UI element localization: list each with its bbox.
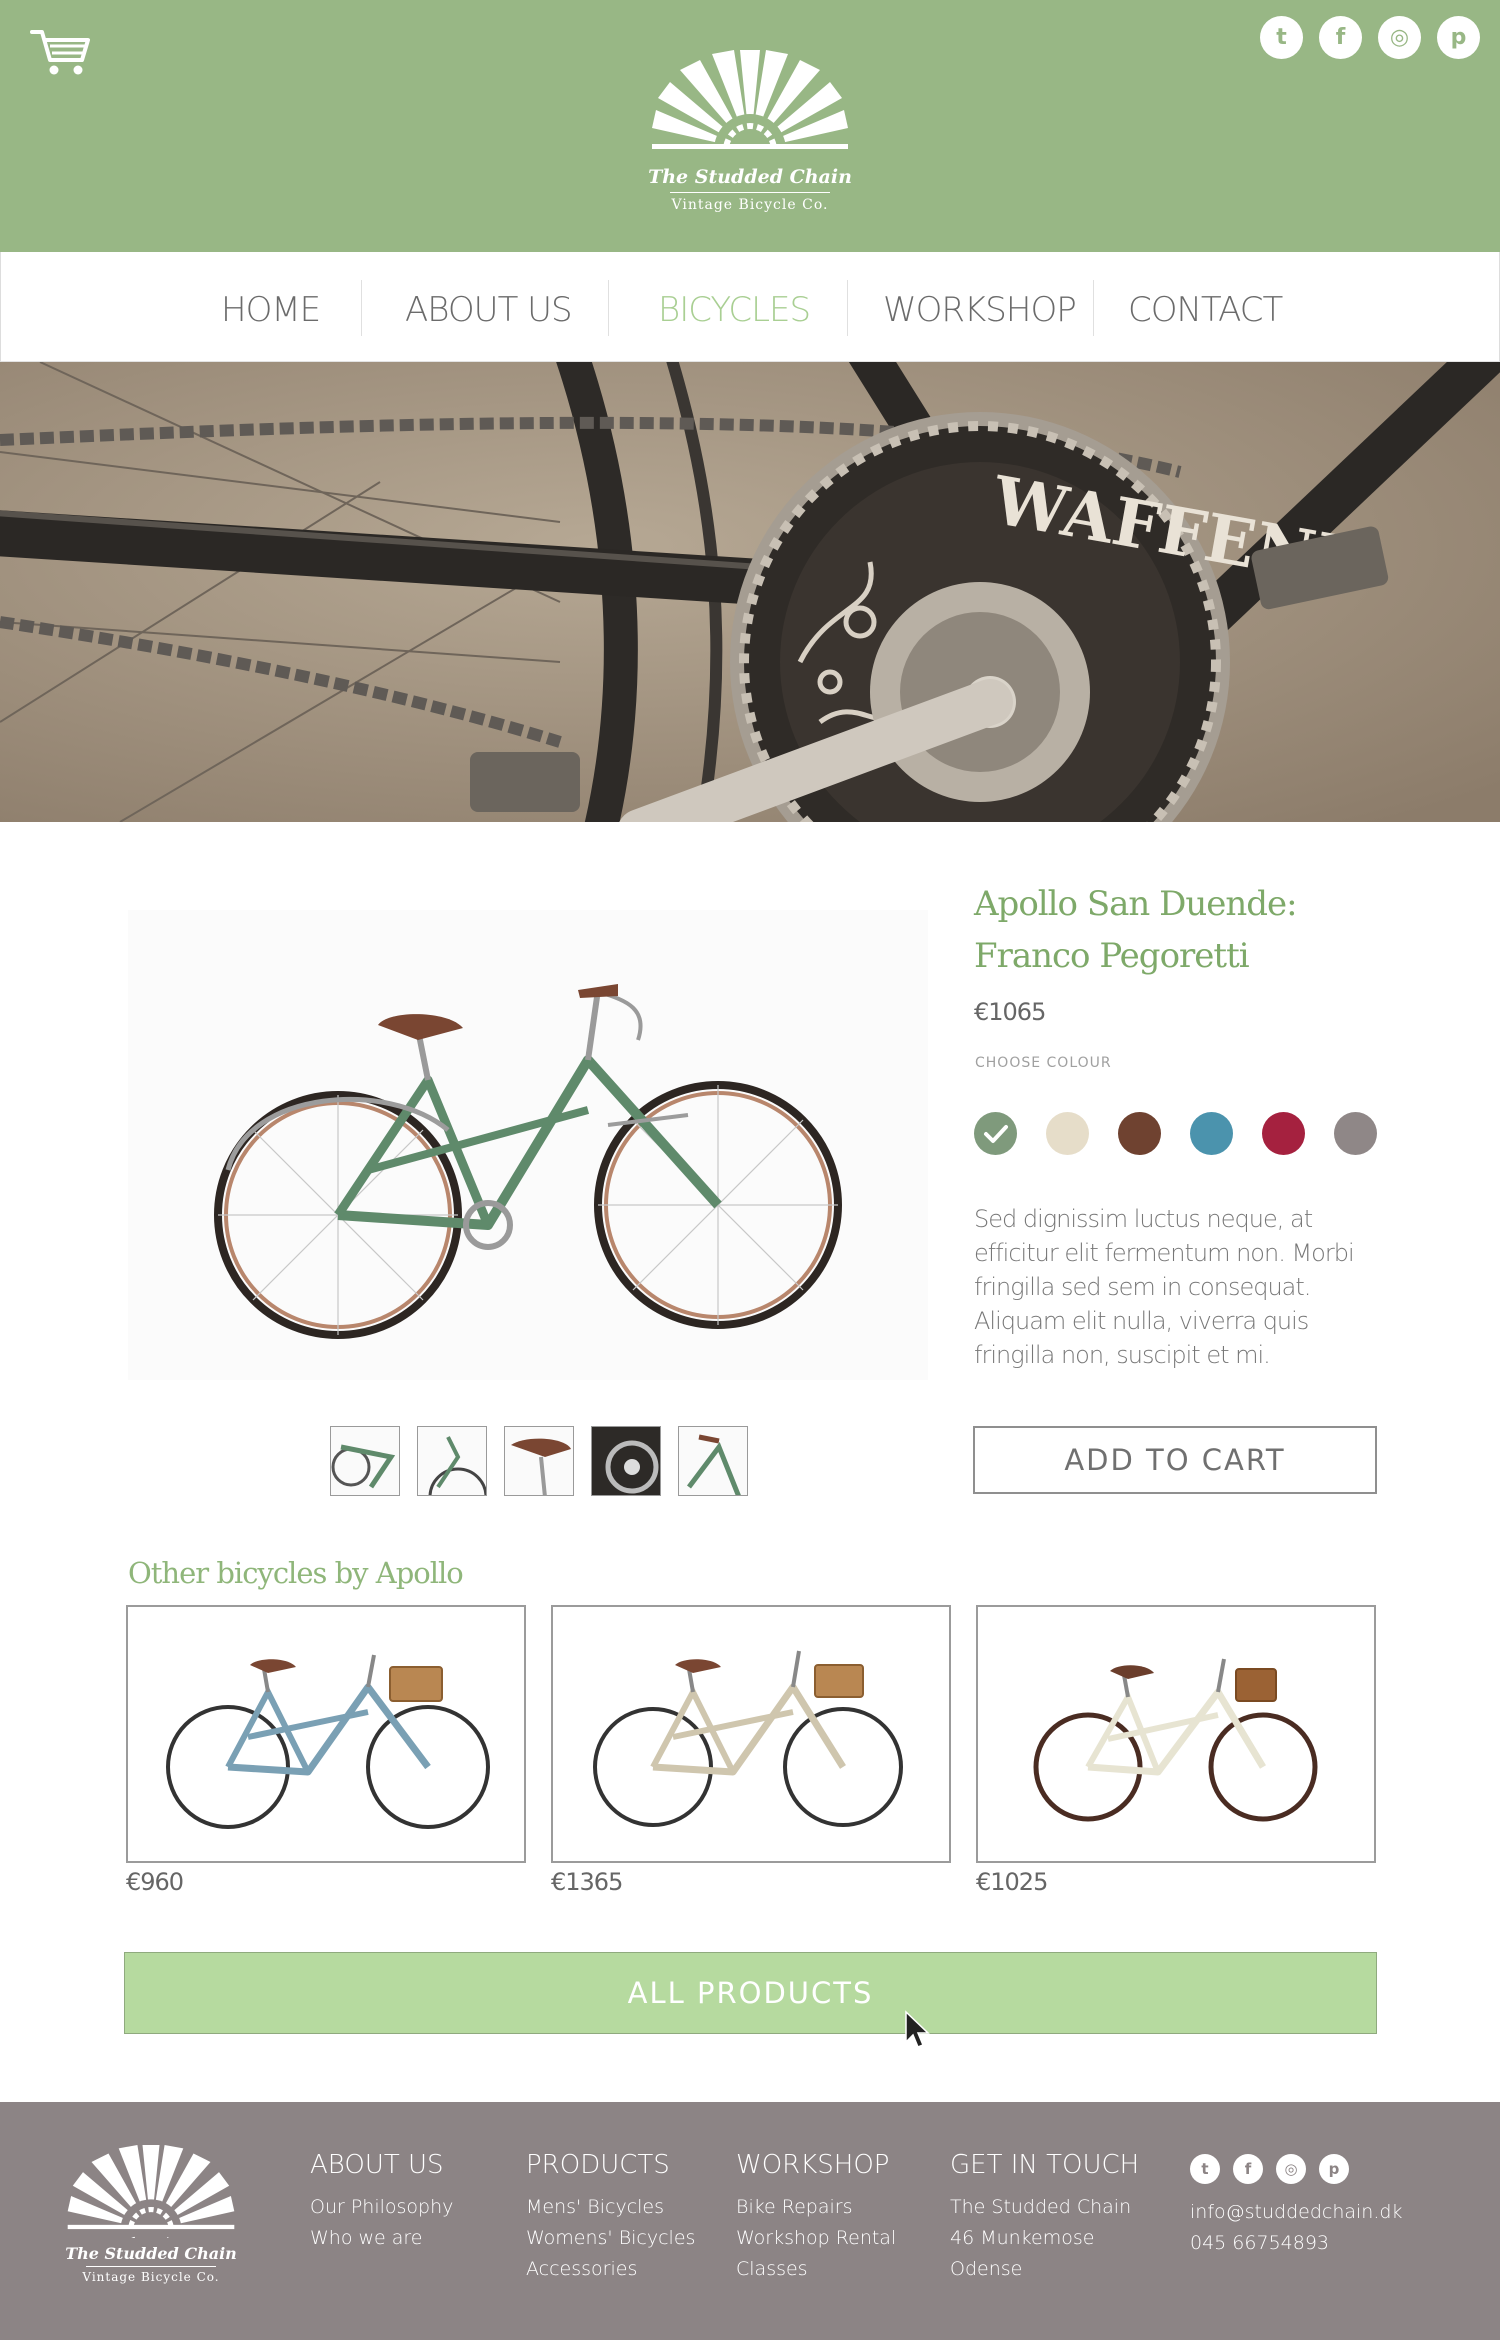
shopping-cart-icon[interactable]: [30, 26, 92, 78]
product-thumbnail[interactable]: [504, 1426, 574, 1496]
logo-tagline: Vintage Bicycle Co.: [671, 197, 829, 213]
hero-banner: WAFFENR: [0, 362, 1500, 822]
twitter-icon[interactable]: t: [1190, 2154, 1220, 2184]
footer-social-links: t f ◎ p: [1190, 2154, 1349, 2184]
instagram-icon[interactable]: ◎: [1276, 2154, 1306, 2184]
mouse-pointer-icon: [905, 2010, 930, 2048]
nav-item-contact[interactable]: CONTACT: [1128, 290, 1283, 330]
footer-link[interactable]: Who we are: [310, 2223, 453, 2254]
footer-link[interactable]: Mens' Bicycles: [526, 2192, 695, 2223]
twitter-icon[interactable]: t: [1260, 16, 1303, 59]
footer-address-line: 46 Munkemose: [950, 2227, 1095, 2249]
logo-sunburst-icon: [650, 50, 850, 186]
site-footer: The Studded Chain Vintage Bicycle Co. AB…: [0, 2102, 1500, 2340]
instagram-icon[interactable]: ◎: [1378, 16, 1421, 59]
footer-contact-info: info@studdedchain.dk 045 66754893: [1190, 2197, 1402, 2259]
colour-swatch-grey[interactable]: [1334, 1112, 1377, 1155]
colour-swatch-green[interactable]: [974, 1112, 1017, 1155]
product-title-line1: Apollo San Duende:: [974, 884, 1298, 924]
footer-link[interactable]: Accessories: [526, 2254, 695, 2285]
colour-swatch-red[interactable]: [1262, 1112, 1305, 1155]
site-header: The Studded Chain Vintage Bicycle Co. t …: [0, 0, 1500, 252]
nav-item-home[interactable]: HOME: [221, 290, 321, 330]
related-product-card[interactable]: [551, 1605, 951, 1863]
product-thumbnails: [330, 1426, 748, 1496]
related-product-card[interactable]: [126, 1605, 526, 1863]
product-title: Apollo San Duende: Franco Pegoretti: [974, 878, 1414, 982]
nav-item-workshop[interactable]: WORKSHOP: [883, 290, 1077, 330]
footer-logo[interactable]: The Studded Chain Vintage Bicycle Co.: [60, 2142, 242, 2302]
all-products-button[interactable]: ALL PRODUCTS: [124, 1952, 1377, 2034]
footer-heading: ABOUT US: [310, 2150, 444, 2180]
chainring-photo: WAFFENR: [0, 362, 1500, 822]
pinterest-icon[interactable]: p: [1437, 16, 1480, 59]
facebook-icon[interactable]: f: [1319, 16, 1362, 59]
nav-separator: [608, 280, 609, 336]
pinterest-icon[interactable]: p: [1319, 2154, 1349, 2184]
main-nav: HOME ABOUT US BICYCLES WORKSHOP CONTACT: [0, 252, 1500, 362]
footer-column-products: PRODUCTS Mens' Bicycles Womens' Bicycles…: [526, 2150, 695, 2285]
related-product-price: €1365: [551, 1868, 623, 1896]
footer-column-workshop: WORKSHOP Bike Repairs Workshop Rental Cl…: [736, 2150, 896, 2285]
product-title-line2: Franco Pegoretti: [974, 936, 1250, 976]
related-product-price: €960: [126, 1868, 184, 1896]
bicycle-image: [214, 984, 842, 1339]
logo-name: The Studded Chain: [648, 166, 852, 188]
colour-swatch-cream[interactable]: [1046, 1112, 1089, 1155]
footer-logo-name: The Studded Chain: [65, 2244, 237, 2263]
related-product-price: €1025: [976, 1868, 1048, 1896]
logo-divider: [670, 192, 830, 193]
product-thumbnail[interactable]: [417, 1426, 487, 1496]
product-thumbnail[interactable]: [678, 1426, 748, 1496]
bicycle-image: [166, 1654, 490, 1829]
footer-link[interactable]: Workshop Rental: [736, 2223, 896, 2254]
footer-logo-divider: [86, 2266, 216, 2267]
colour-swatch-brown[interactable]: [1118, 1112, 1161, 1155]
colour-swatch-blue[interactable]: [1190, 1112, 1233, 1155]
product-thumbnail[interactable]: [591, 1426, 661, 1496]
footer-link[interactable]: Our Philosophy: [310, 2192, 453, 2223]
footer-heading: GET IN TOUCH: [950, 2150, 1140, 2180]
footer-link[interactable]: Bike Repairs: [736, 2192, 896, 2223]
product-description: Sed dignissim luctus neque, at efficitur…: [974, 1205, 1355, 1369]
nav-item-about-us[interactable]: ABOUT US: [405, 290, 573, 330]
related-heading: Other bicycles by Apollo: [128, 1556, 464, 1590]
facebook-icon[interactable]: f: [1233, 2154, 1263, 2184]
choose-colour-label: CHOOSE COLOUR: [975, 1055, 1112, 1071]
product-price: €1065: [974, 998, 1046, 1026]
product-thumbnail[interactable]: [330, 1426, 400, 1496]
footer-email-link[interactable]: info@studdedchain.dk: [1190, 2197, 1402, 2228]
footer-link[interactable]: Womens' Bicycles: [526, 2223, 695, 2254]
footer-address-line: The Studded Chain: [950, 2196, 1132, 2218]
footer-heading: WORKSHOP: [736, 2150, 890, 2180]
nav-separator: [1093, 280, 1094, 336]
bicycle-image: [593, 1650, 903, 1827]
footer-phone[interactable]: 045 66754893: [1190, 2228, 1402, 2259]
product-main-image[interactable]: [128, 910, 928, 1380]
bicycle-image: [1033, 1658, 1318, 1822]
logo-sunburst-icon: [66, 2144, 236, 2261]
nav-item-bicycles[interactable]: BICYCLES: [658, 290, 811, 330]
footer-logo-tagline: Vintage Bicycle Co.: [82, 2270, 220, 2284]
checkmark-icon: [983, 1124, 1008, 1143]
footer-column-contact: GET IN TOUCH The Studded Chain 46 Munkem…: [950, 2150, 1139, 2285]
footer-heading: PRODUCTS: [526, 2150, 670, 2180]
nav-separator: [847, 280, 848, 336]
logo[interactable]: The Studded Chain Vintage Bicycle Co.: [640, 48, 860, 226]
footer-link[interactable]: Classes: [736, 2254, 896, 2285]
nav-separator: [361, 280, 362, 336]
colour-swatches: [974, 1112, 1377, 1155]
add-to-cart-button[interactable]: ADD TO CART: [973, 1426, 1377, 1494]
related-product-card[interactable]: [976, 1605, 1376, 1863]
social-links: t f ◎ p: [1260, 16, 1480, 59]
footer-address-line: Odense: [950, 2258, 1023, 2280]
footer-column-about: ABOUT US Our Philosophy Who we are: [310, 2150, 453, 2254]
